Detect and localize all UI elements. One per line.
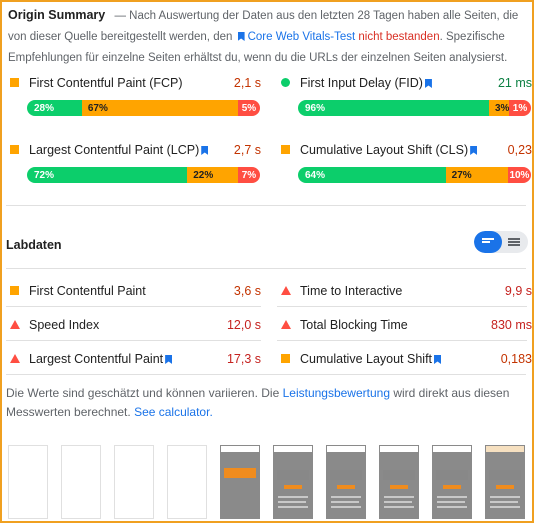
average-square-icon <box>10 286 19 295</box>
distribution-good: 72% <box>27 167 188 183</box>
poor-triangle-icon <box>10 354 20 363</box>
filmstrip-frame <box>326 445 366 519</box>
row-divider <box>277 340 527 341</box>
bookmark-icon <box>237 32 245 41</box>
filmstrip-frame <box>220 445 260 519</box>
metric-label: First Contentful Paint (FCP) <box>29 76 183 90</box>
distribution-poor: 5% <box>237 100 260 116</box>
lab-divider <box>6 268 526 269</box>
filmstrip-frame <box>8 445 48 519</box>
poor-triangle-icon <box>281 320 291 329</box>
metric-label: Cumulative Layout Shift (CLS) <box>300 143 469 157</box>
row-divider <box>6 340 261 341</box>
bookmark-icon <box>434 355 442 364</box>
expanded-view-icon[interactable] <box>508 238 520 246</box>
poor-triangle-icon <box>281 286 291 295</box>
lab-metric-speed-index: Speed Index 12,0 s <box>6 316 261 336</box>
average-square-icon <box>10 145 19 154</box>
distribution-poor: 7% <box>237 167 260 183</box>
average-square-icon <box>281 354 290 363</box>
filmstrip-frame <box>167 445 207 519</box>
bookmark-icon <box>201 146 209 155</box>
lab-metric-tti: Time to Interactive 9,9 s <box>277 282 532 302</box>
distribution-poor: 10% <box>507 167 531 183</box>
distribution-average: 3% <box>489 100 509 116</box>
distribution-average: 22% <box>187 167 238 183</box>
metric-value: 2,1 s <box>233 76 261 90</box>
metric-value: 830 ms <box>491 318 532 332</box>
metric-value: 12,0 s <box>226 318 261 332</box>
distribution-average: 27% <box>445 167 508 183</box>
distribution-bar-fcp: 28% 67% 5% <box>27 100 260 116</box>
metric-value: 9,9 s <box>504 284 532 298</box>
filmstrip-frame <box>379 445 419 519</box>
field-metric-lcp: Largest Contentful Paint (LCP) 2,7 s <box>6 141 261 161</box>
filmstrip-frame <box>485 445 525 519</box>
view-toggle[interactable] <box>474 231 528 253</box>
metric-label: Time to Interactive <box>300 284 403 298</box>
section-divider <box>6 374 526 375</box>
lab-metric-lcp: Largest Contentful Paint 17,3 s <box>6 350 261 370</box>
average-square-icon <box>281 145 290 154</box>
distribution-bar-cls: 64% 27% 10% <box>298 167 531 183</box>
bookmark-icon <box>424 79 432 88</box>
distribution-average: 67% <box>81 100 238 116</box>
metric-label: Speed Index <box>29 318 100 332</box>
filmstrip-frame <box>273 445 313 519</box>
bookmark-icon <box>165 355 173 364</box>
row-divider <box>277 306 527 307</box>
distribution-good: 28% <box>27 100 82 116</box>
metric-value: 21 ms <box>497 76 532 90</box>
lab-metric-fcp: First Contentful Paint 3,6 s <box>6 282 261 302</box>
lab-metric-tbt: Total Blocking Time 830 ms <box>277 316 532 336</box>
metric-label: Largest Contentful Paint (LCP) <box>29 143 200 157</box>
filmstrip-frame <box>61 445 101 519</box>
distribution-good: 64% <box>298 167 446 183</box>
poor-triangle-icon <box>10 320 20 329</box>
lab-metric-cls: Cumulative Layout Shift 0,183 <box>277 350 532 370</box>
filmstrip-frame <box>432 445 472 519</box>
origin-summary: Origin Summary — Nach Auswertung der Dat… <box>8 5 523 69</box>
good-circle-icon <box>281 78 290 87</box>
field-metric-fid: First Input Delay (FID) 21 ms <box>277 74 532 94</box>
metric-label: Total Blocking Time <box>300 318 408 332</box>
core-web-vitals-link[interactable]: Core Web Vitals-Test <box>248 31 356 43</box>
metric-value: 0,23 <box>507 143 532 157</box>
metric-value: 2,7 s <box>233 143 261 157</box>
metric-label: Cumulative Layout Shift <box>300 352 433 366</box>
row-divider <box>6 306 261 307</box>
metric-value: 3,6 s <box>233 284 261 298</box>
list-view-icon <box>482 238 494 246</box>
bookmark-icon <box>470 146 478 155</box>
field-metric-fcp: First Contentful Paint (FCP) 2,1 s <box>6 74 261 94</box>
lab-note: Die Werte sind geschätzt und können vari… <box>6 384 521 422</box>
metric-value: 0,183 <box>500 352 532 366</box>
section-divider <box>6 205 526 206</box>
assessment-failed-text: nicht bestanden <box>358 31 440 43</box>
distribution-poor: 1% <box>509 100 531 116</box>
toggle-list-view-button[interactable] <box>474 231 502 253</box>
note-text: Die Werte sind geschätzt und können vari… <box>6 386 283 400</box>
average-square-icon <box>10 78 19 87</box>
performance-score-link[interactable]: Leistungsbewertung <box>283 386 390 400</box>
distribution-good: 96% <box>298 100 489 116</box>
origin-summary-title: Origin Summary <box>8 8 106 22</box>
report-panel: Origin Summary — Nach Auswertung der Dat… <box>0 0 534 523</box>
metric-value: 17,3 s <box>226 352 261 366</box>
see-calculator-link[interactable]: See calculator. <box>134 405 213 419</box>
metric-label: First Input Delay (FID) <box>300 76 423 90</box>
filmstrip-frame <box>114 445 154 519</box>
lab-data-title: Labdaten <box>6 238 62 252</box>
field-metric-cls: Cumulative Layout Shift (CLS) 0,23 <box>277 141 532 161</box>
distribution-bar-fid: 96% 3% 1% <box>298 100 531 116</box>
metric-label: Largest Contentful Paint <box>29 352 164 366</box>
metric-label: First Contentful Paint <box>29 284 146 298</box>
distribution-bar-lcp: 72% 22% 7% <box>27 167 260 183</box>
